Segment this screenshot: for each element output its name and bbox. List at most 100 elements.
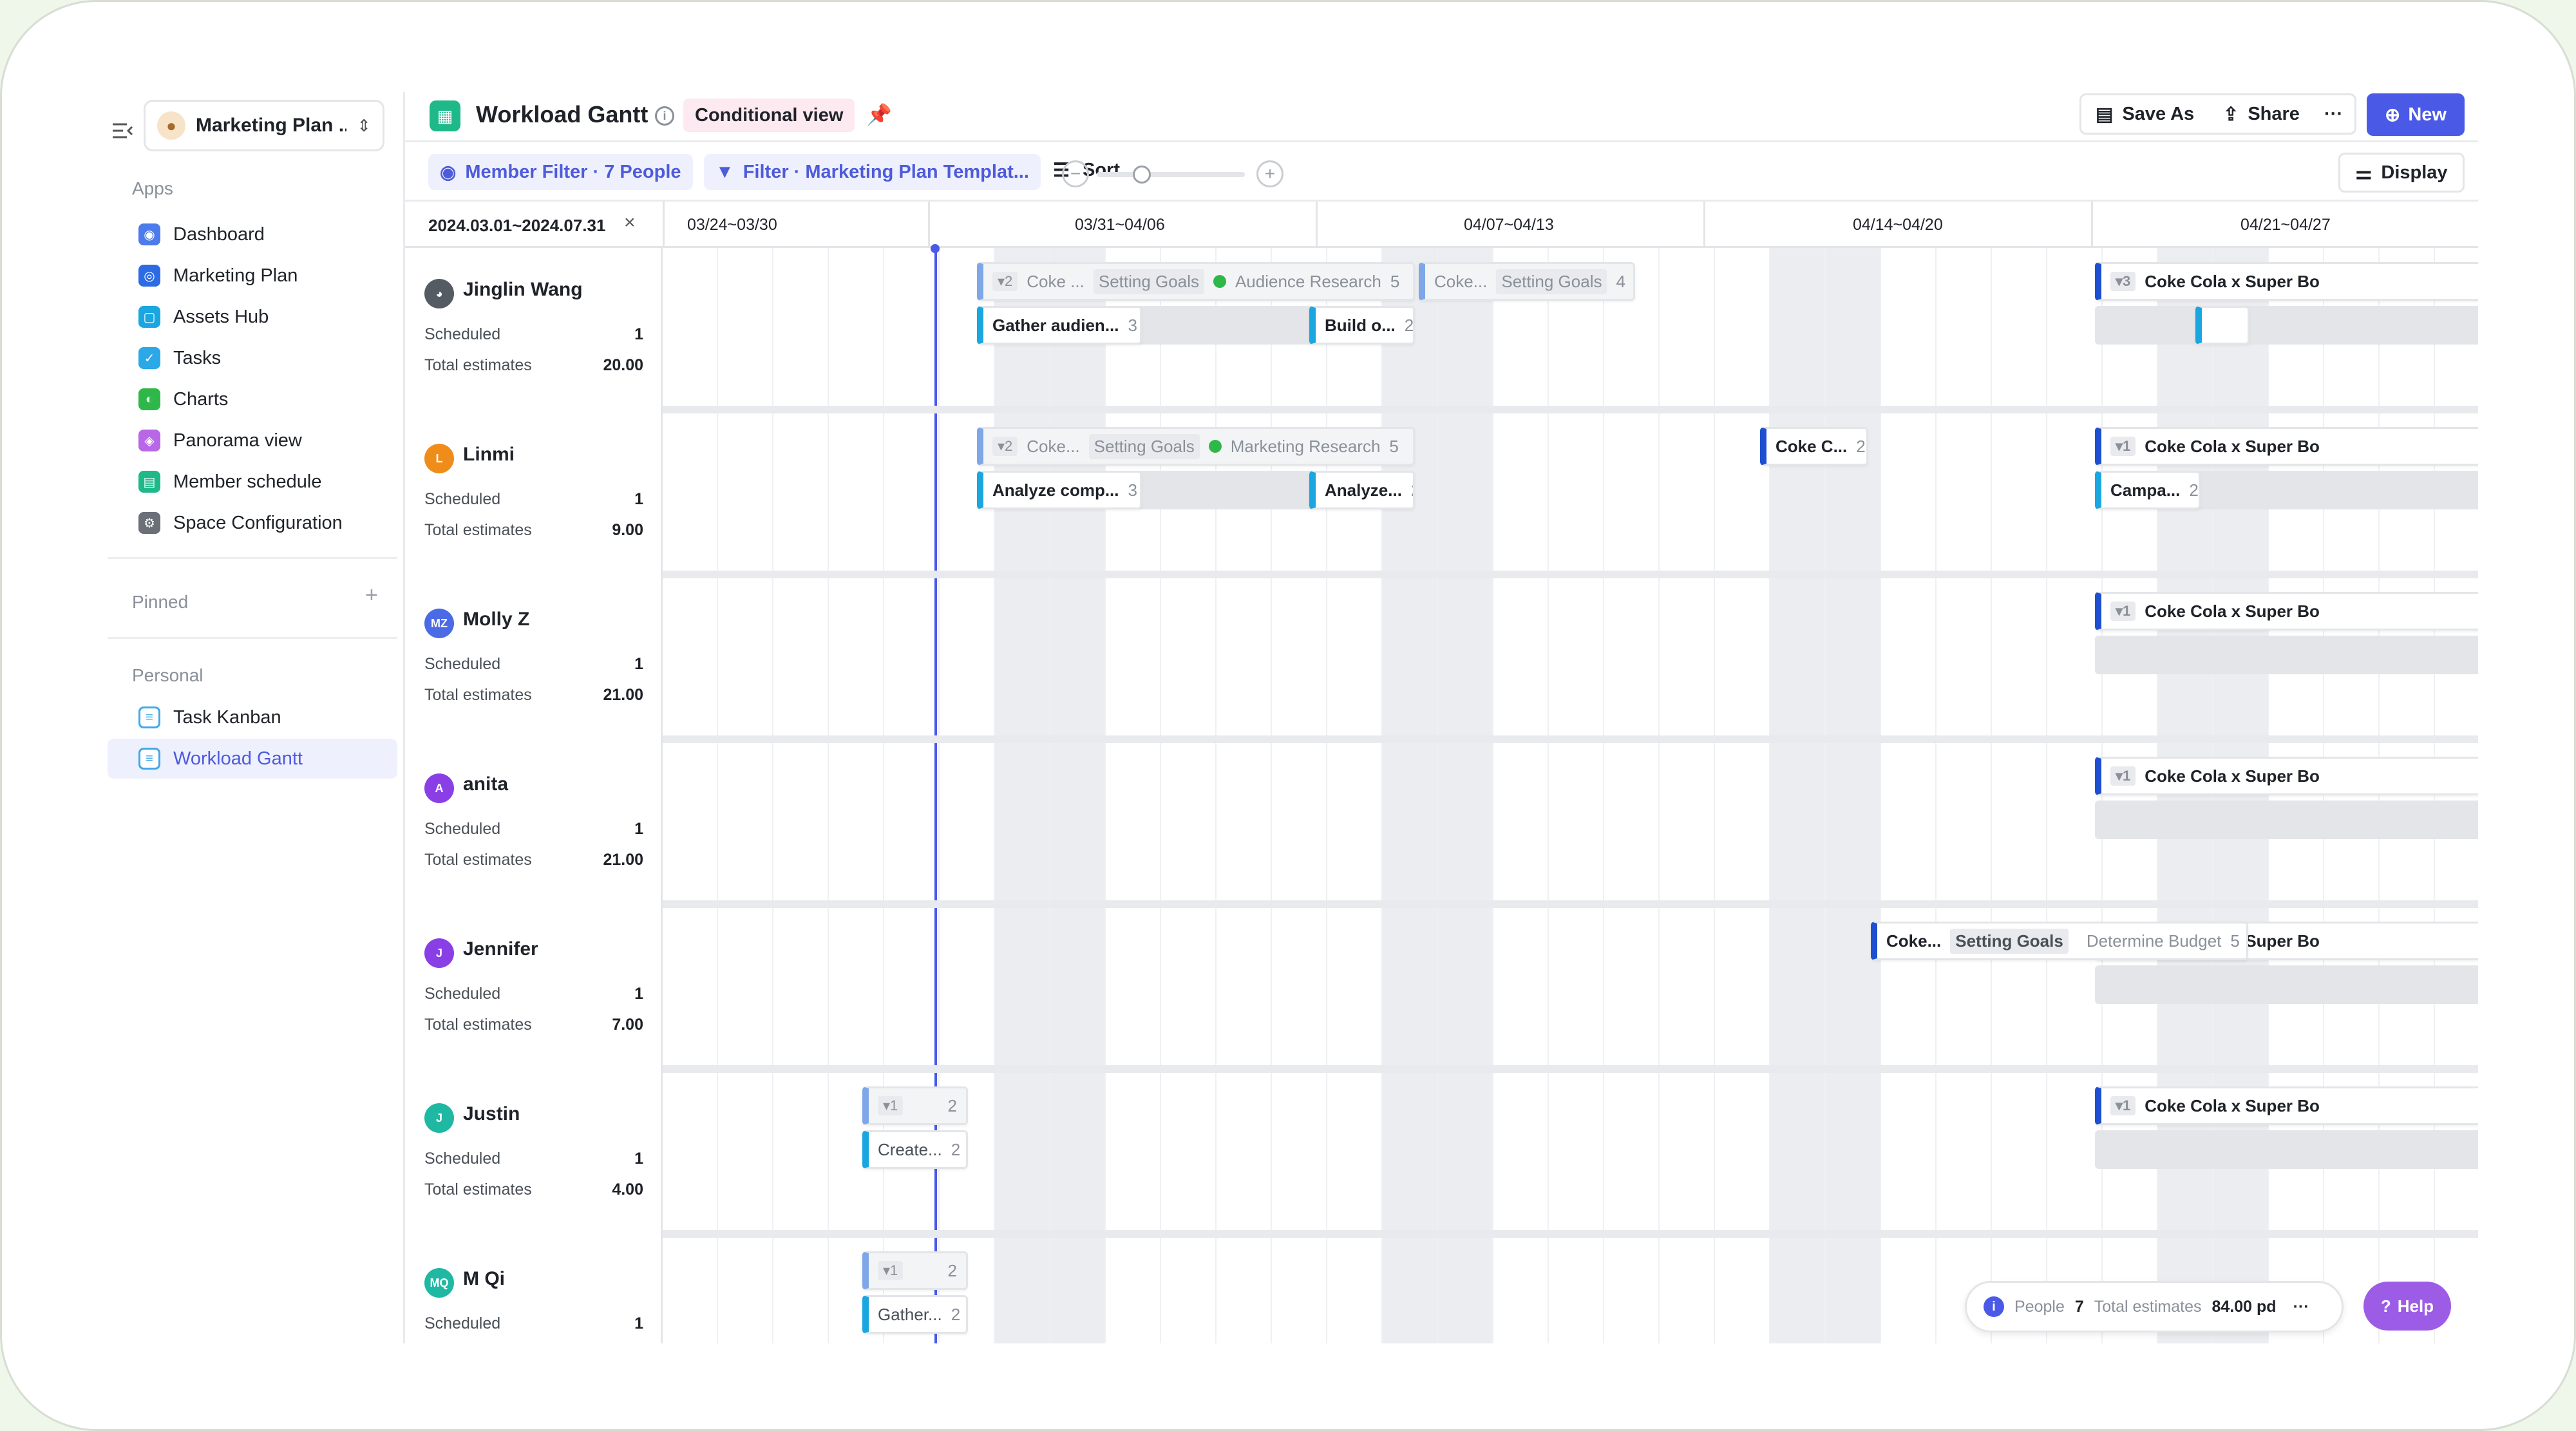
share-button[interactable]: ⇪ Share — [2211, 93, 2315, 135]
gantt-bar-group[interactable]: ▾1 2 — [862, 1251, 968, 1290]
gantt-bar-group[interactable]: Coke... Setting Goals Determine Budget 5 — [1871, 922, 2248, 960]
expand-chevron[interactable]: ▾3 — [2110, 272, 2136, 291]
sidebar-item-task-kanban[interactable]: ≡ Task Kanban — [108, 697, 397, 737]
pin-icon[interactable]: 📌 — [866, 102, 892, 127]
gantt-bar-task[interactable] — [2195, 306, 2249, 345]
save-as-button[interactable]: ▤ Save As — [2079, 93, 2213, 135]
gantt-bar-group[interactable]: ▾1 Coke Cola x Super Bo — [2095, 757, 2478, 795]
date-range[interactable]: 2024.03.01~2024.07.31 — [428, 216, 605, 236]
avatar: MZ — [424, 609, 454, 638]
plus-circle-icon: ⊕ — [2385, 104, 2401, 126]
scheduled-value: 1 — [634, 1150, 643, 1168]
scheduled-value: 1 — [634, 985, 643, 1003]
bar-title: Coke ... — [1027, 271, 1084, 291]
sidebar-item-tasks[interactable]: ✓ Tasks — [108, 338, 397, 378]
gantt-bar-group[interactable]: ▾2 Coke... Setting Goals Marketing Research… — [977, 427, 1415, 466]
template-filter-chip[interactable]: ▼ Filter · Marketing Plan Templat... — [704, 154, 1041, 190]
gantt-bar-group[interactable]: Coke... Setting Goals 4 — [1419, 262, 1635, 301]
scheduled-label: Scheduled — [424, 985, 501, 1003]
gantt-chart: 2024.03.01~2024.07.31 × 03/24~03/30 03/3… — [405, 202, 2478, 1343]
expand-chevron[interactable]: ▾1 — [2110, 437, 2136, 456]
expand-chevron[interactable]: ▾1 — [2110, 602, 2136, 621]
total-estimates-value: 9.00 — [612, 521, 643, 539]
bar-title: Analyze comp... — [992, 480, 1119, 500]
zoom-slider-handle[interactable] — [1133, 166, 1151, 184]
save-as-label: Save As — [2122, 103, 2195, 124]
person-row[interactable]: ◕ Jinglin Wang Scheduled 1 Total estimates 20… — [405, 248, 663, 406]
sidebar-item-member-schedule[interactable]: ▤ Member schedule — [108, 462, 397, 502]
expand-chevron[interactable]: ▾2 — [992, 437, 1018, 456]
collapse-sidebar-icon[interactable] — [110, 118, 136, 144]
gantt-bar-group[interactable]: ▾3 Coke Cola x Super Bo — [2095, 262, 2478, 301]
person-row[interactable]: MZ Molly Z Scheduled 1 Total estimates 21.00 — [405, 578, 663, 735]
pinned-section-label: Pinned — [132, 592, 189, 612]
gantt-bar-group[interactable]: ▾1 Coke Cola x Super Bo — [2095, 592, 2478, 630]
expand-chevron[interactable]: ▾1 — [2110, 766, 2136, 786]
zoom-slider[interactable] — [1097, 166, 1245, 184]
add-pinned-icon[interactable]: + — [365, 583, 378, 608]
zoom-in-button[interactable]: + — [1256, 160, 1283, 187]
person-row[interactable]: Aanita Scheduled 1 Total estimates 21.00 — [405, 743, 663, 900]
bar-count: 2 — [1411, 480, 1413, 500]
gantt-bar-task[interactable]: Gather... 2 — [862, 1295, 968, 1334]
bar-title: Build o... — [1325, 315, 1396, 335]
sidebar-item-charts[interactable]: ◐ Charts — [108, 379, 397, 419]
gantt-bar-group[interactable]: ▾2 Coke ... Setting Goals Audience Research… — [977, 262, 1415, 301]
week-separator — [663, 202, 665, 248]
bar-count: 3 — [1128, 315, 1137, 335]
person-row[interactable]: MQ M Qi Scheduled 1 — [405, 1237, 663, 1343]
total-estimates-value: 4.00 — [612, 1180, 643, 1199]
panorama-icon: ◈ — [138, 430, 160, 451]
person-row[interactable]: J Jennifer Scheduled 1 Total estimates 7.00 — [405, 907, 663, 1065]
expand-chevron[interactable]: ▾2 — [992, 272, 1018, 291]
help-button[interactable]: ? Help — [2363, 1282, 2451, 1331]
gantt-view-icon: ▦ — [430, 100, 460, 131]
gantt-bar-group[interactable]: ▾1 2 — [862, 1086, 968, 1125]
sidebar-item-panorama-view[interactable]: ◈ Panorama view — [108, 421, 397, 460]
zoom-out-button[interactable]: − — [1062, 160, 1089, 187]
space-selector[interactable]: ● Marketing Plan ... ⇕ — [144, 100, 384, 151]
bar-count: 2 — [1856, 436, 1866, 456]
gantt-bar-group[interactable]: ▾1 Coke Cola x Super Bo — [2095, 1086, 2478, 1125]
clear-range-icon[interactable]: × — [624, 212, 636, 234]
gantt-bar-group[interactable]: Coke C... 2 — [1760, 427, 1868, 466]
sidebar-item-assets-hub[interactable]: ▢ Assets Hub — [108, 297, 397, 337]
bar-title: Coke... — [1434, 271, 1488, 291]
apps-section-label: Apps — [132, 178, 173, 198]
expand-chevron[interactable]: ▾1 — [2110, 1096, 2136, 1115]
conditional-view-badge[interactable]: Conditional view — [683, 99, 855, 132]
sidebar-item-label: Marketing Plan — [173, 265, 298, 286]
gantt-bar-task[interactable]: Build o... 2 — [1309, 306, 1415, 345]
week-label: 04/21~04/27 — [2240, 216, 2331, 234]
gantt-bar-task[interactable]: Analyze comp... 3 — [977, 471, 1142, 509]
more-options-button[interactable]: ··· — [2313, 93, 2356, 135]
bar-tag: Setting Goals — [1088, 433, 1200, 459]
expand-chevron[interactable]: ▾1 — [878, 1261, 904, 1280]
bar-title: Campa... — [2110, 480, 2181, 500]
new-button[interactable]: ⊕ New — [2367, 93, 2465, 136]
member-filter-chip[interactable]: ◉ Member Filter · 7 People — [428, 154, 693, 190]
expand-chevron[interactable]: ▾1 — [878, 1096, 904, 1115]
bar-count: 3 — [1128, 480, 1137, 500]
bar-tag: Setting Goals — [1496, 269, 1607, 294]
person-row[interactable]: L Linmi Scheduled 1 Total estimates 9.00 — [405, 413, 663, 571]
gantt-bar-task[interactable]: Gather audien... 3 — [977, 306, 1142, 345]
sidebar-item-space-configuration[interactable]: ⚙ Space Configuration — [108, 503, 397, 543]
total-estimates-label: Total estimates — [424, 1016, 532, 1034]
bar-title: Coke Cola x Super Bo — [2145, 1095, 2320, 1115]
share-label: Share — [2248, 103, 2300, 124]
info-icon[interactable]: i — [655, 106, 674, 126]
gantt-bar-group[interactable]: ▾1 Coke Cola x Super Bo — [2095, 427, 2478, 466]
person-name: Jennifer — [463, 938, 538, 960]
sidebar-item-dashboard[interactable]: ◉ Dashboard — [108, 214, 397, 254]
row-separator — [405, 1065, 2478, 1073]
gantt-bar-task[interactable]: Campa... 2 — [2095, 471, 2201, 509]
person-row[interactable]: J Justin Scheduled 1 Total estimates 4.00 — [405, 1072, 663, 1230]
total-estimates-value: 84.00 pd — [2211, 1297, 2277, 1316]
sidebar-item-marketing-plan[interactable]: ◎ Marketing Plan — [108, 256, 397, 296]
summary-more-button[interactable]: ··· — [2293, 1298, 2309, 1316]
gantt-bar-task[interactable]: Analyze... 2 — [1309, 471, 1415, 509]
gantt-bar-task[interactable]: Create... 2 — [862, 1130, 968, 1169]
sidebar-item-workload-gantt[interactable]: ≡ Workload Gantt — [108, 739, 397, 779]
display-button[interactable]: ⚌ Display — [2338, 153, 2465, 193]
